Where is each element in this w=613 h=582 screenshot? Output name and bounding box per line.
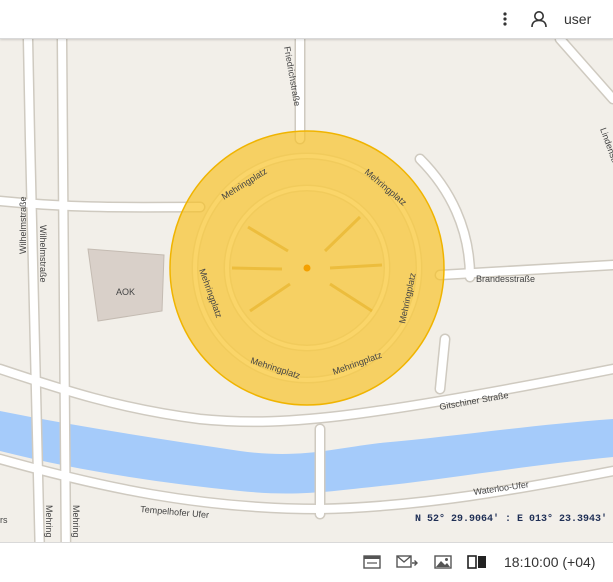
location-center-dot [303,264,311,272]
top-bar: user [0,0,613,39]
label-cut-left: rs [0,515,8,525]
road-wilhelmstrasse-east [58,39,70,542]
image-icon[interactable] [432,552,454,572]
label-lindenstrasse: Lindenstraße [598,126,613,179]
building-label: AOK [116,287,135,297]
book-icon[interactable] [466,552,488,572]
coordinates-readout: N 52° 29.9064' : E 013° 23.3943' [413,514,610,525]
user-icon[interactable] [529,9,549,29]
message-icon[interactable] [361,552,383,572]
label-brandesstrasse: Brandesstraße [476,274,535,284]
bottom-bar: 18:10:00 (+04) [0,542,613,582]
more-vertical-icon[interactable] [496,9,514,29]
clock: 18:10:00 (+04) [504,554,596,570]
label-wilhelmstrasse-1: Wilhelmstraße [18,196,28,254]
road-east-link [436,335,449,393]
map-view[interactable]: AOK Friedrichstraße Lindenstraße Wilhelm… [0,39,613,542]
mail-forward-icon[interactable] [396,552,418,572]
label-wilhelmstrasse-2: Wilhelmstraße [38,225,48,283]
user-label[interactable]: user [564,11,591,27]
label-mehring-bottom-1: Mehring [44,505,54,538]
building-aok [87,248,165,322]
road-lindenstrasse [556,39,613,103]
label-mehring-bottom-2: Mehring [71,505,81,538]
